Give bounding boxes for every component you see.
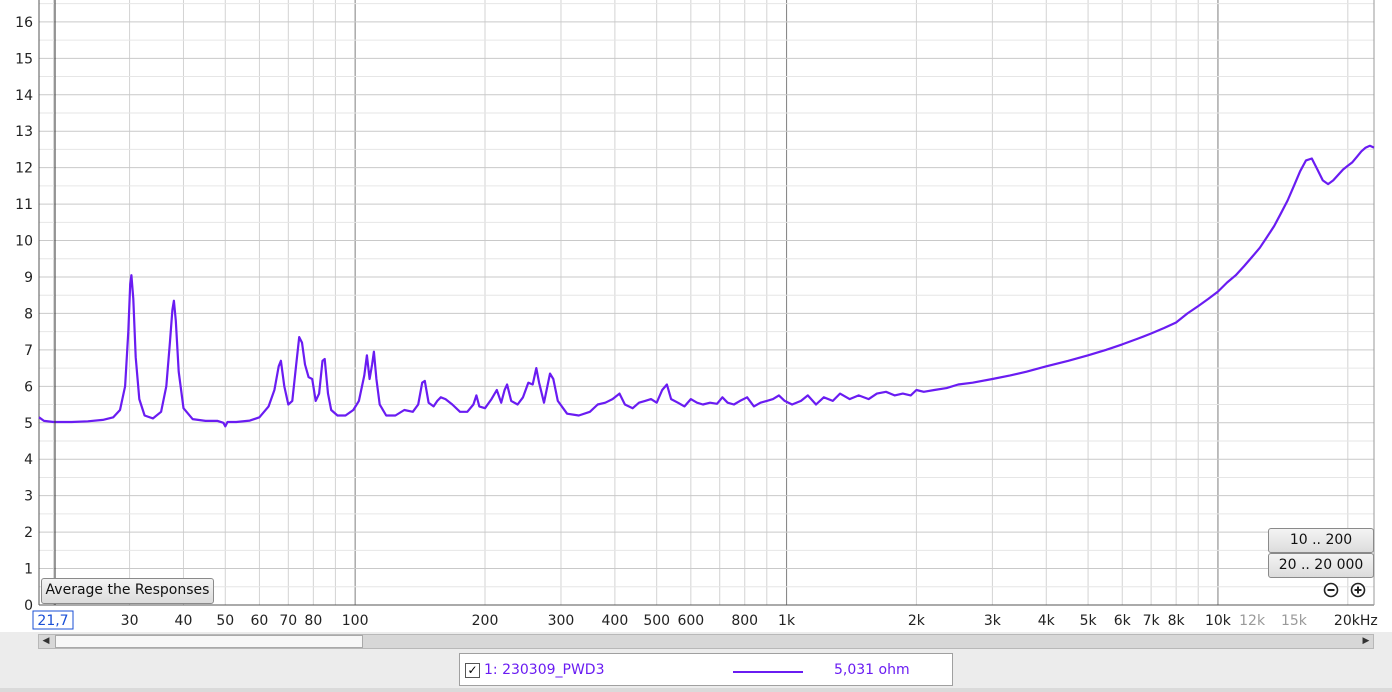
bottom-strip xyxy=(0,688,1392,692)
x-tick-label: 10k xyxy=(1205,613,1232,629)
x-tick-label: 100 xyxy=(342,613,369,629)
y-tick-label: 3 xyxy=(24,489,33,505)
y-tick-label: 12 xyxy=(15,161,33,177)
x-tick-label: 4k xyxy=(1038,613,1056,629)
x-tick-label: 40 xyxy=(175,613,193,629)
y-tick-label: 15 xyxy=(15,51,33,67)
series-cursor-value: 5,031 ohm xyxy=(834,662,910,678)
x-tick-label: 20kHz xyxy=(1334,613,1378,629)
x-tick-label: 50 xyxy=(216,613,234,629)
y-tick-label: 16 xyxy=(15,15,33,31)
x-tick-label: 1k xyxy=(778,613,796,629)
y-tick-label: 7 xyxy=(24,343,33,359)
x-tick-label: 6k xyxy=(1114,613,1132,629)
x-tick-label: 7k xyxy=(1143,613,1161,629)
series-line-swatch xyxy=(733,671,803,673)
range-20-20000-button[interactable]: 20 .. 20 000 xyxy=(1268,553,1374,578)
x-tick-label: 600 xyxy=(677,613,704,629)
scroll-thumb[interactable] xyxy=(55,635,363,648)
horizontal-scrollbar[interactable]: ◀ ▶ xyxy=(38,634,1374,649)
y-tick-label: 1 xyxy=(24,562,33,578)
y-tick-label: 0 xyxy=(24,598,33,614)
cursor-readout: 21,7 xyxy=(37,613,68,629)
x-tick-label: 30 xyxy=(121,613,139,629)
y-tick-label: 5 xyxy=(24,416,33,432)
scroll-right-icon[interactable]: ▶ xyxy=(1359,635,1373,648)
x-tick-label: 400 xyxy=(602,613,629,629)
x-tick-label: 80 xyxy=(304,613,322,629)
x-tick-label: 12k xyxy=(1239,613,1266,629)
plot-area[interactable]: 0 1 2 3 4 5 6 7 8 9 10 11 12 13 14 15 16 30 40 50 60 70 80 100… xyxy=(0,0,1392,632)
x-tick-label: 300 xyxy=(548,613,575,629)
x-tick-label: 15k xyxy=(1281,613,1308,629)
y-tick-label: 14 xyxy=(15,88,33,104)
x-tick-label: 70 xyxy=(279,613,297,629)
scroll-left-icon[interactable]: ◀ xyxy=(39,635,53,648)
y-tick-label: 13 xyxy=(15,124,33,140)
impedance-chart[interactable]: 012345678910111213141516 30 40 50 60 70 80 100… xyxy=(0,0,1392,632)
zoom-out-icon[interactable] xyxy=(1323,582,1339,598)
average-responses-button[interactable]: Average the Responses xyxy=(41,578,214,604)
range-10-200-button[interactable]: 10 .. 200 xyxy=(1268,528,1374,553)
zoom-in-icon[interactable] xyxy=(1350,582,1366,598)
series-name: 1: 230309_PWD3 xyxy=(484,662,605,678)
y-tick-label: 11 xyxy=(15,197,33,213)
y-tick-label: 2 xyxy=(24,525,33,541)
x-tick-label: 800 xyxy=(731,613,758,629)
impedance-series-line xyxy=(38,144,1375,428)
x-tick-label: 60 xyxy=(251,613,269,629)
y-tick-label: 4 xyxy=(24,452,33,468)
x-tick-label: 5k xyxy=(1080,613,1098,629)
y-tick-label: 9 xyxy=(24,270,33,286)
x-tick-label: 200 xyxy=(472,613,499,629)
y-tick-label: 10 xyxy=(15,234,33,250)
x-tick-label: 500 xyxy=(643,613,670,629)
x-tick-label: 3k xyxy=(984,613,1002,629)
legend-bar: ✓ 1: 230309_PWD3 5,031 ohm xyxy=(459,653,953,686)
x-tick-label: 8k xyxy=(1168,613,1186,629)
x-tick-label: 2k xyxy=(908,613,926,629)
y-tick-label: 6 xyxy=(24,379,33,395)
y-tick-label: 8 xyxy=(24,306,33,322)
series-visibility-checkbox[interactable]: ✓ xyxy=(465,663,480,678)
